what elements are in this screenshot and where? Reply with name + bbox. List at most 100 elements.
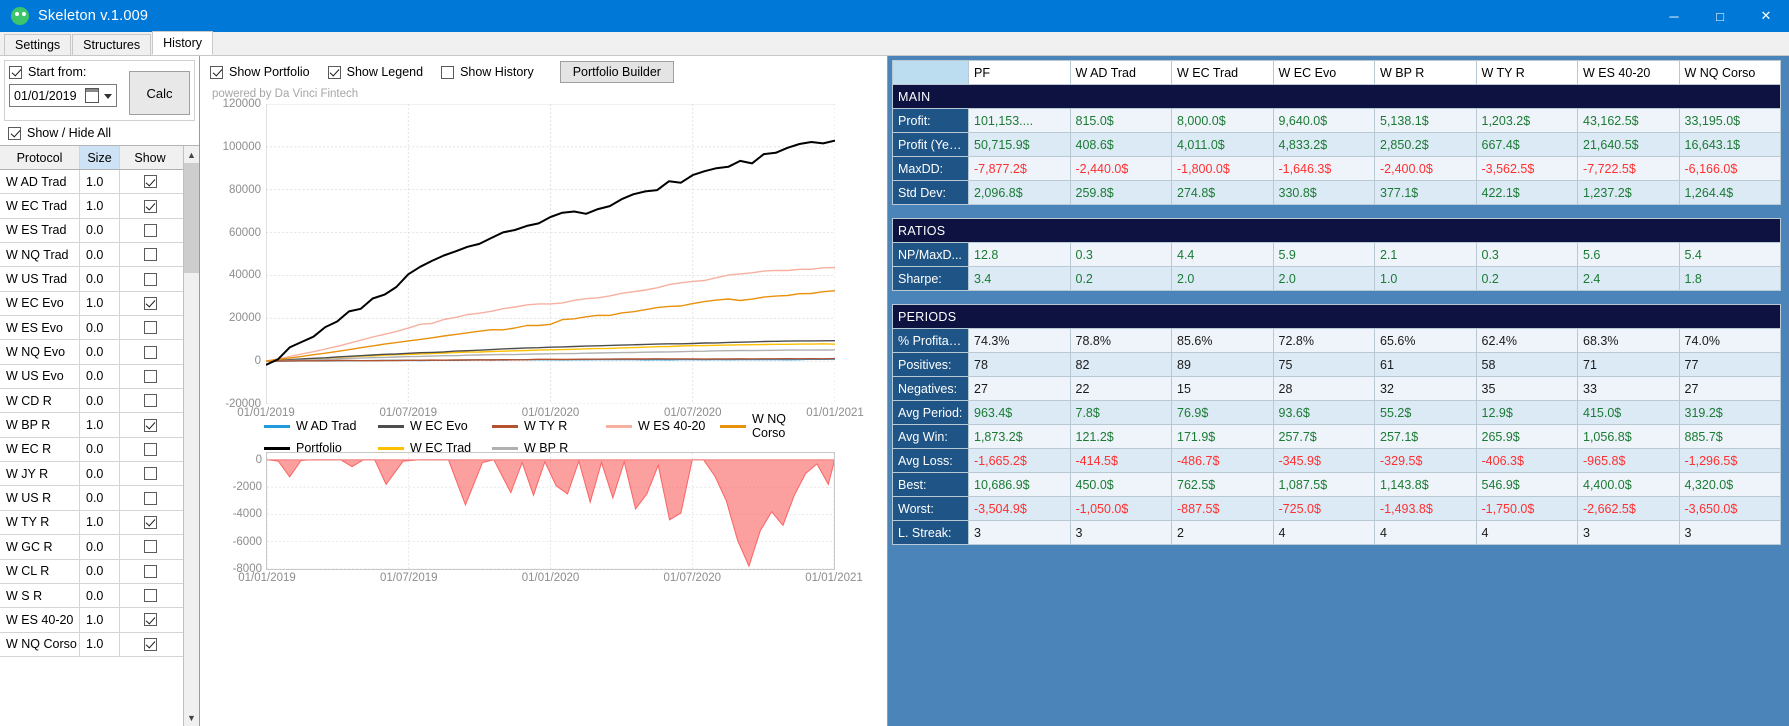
- stats-cell[interactable]: 415.0$: [1577, 400, 1680, 425]
- protocol-show-checkbox[interactable]: [143, 467, 157, 481]
- protocol-show-cell[interactable]: [120, 243, 180, 266]
- protocol-size[interactable]: 0.0: [80, 267, 120, 291]
- close-button[interactable]: ✕: [1743, 0, 1789, 32]
- tab-history[interactable]: History: [152, 31, 214, 55]
- protocol-show-checkbox[interactable]: [143, 296, 157, 310]
- stats-cell[interactable]: 101,153....: [968, 108, 1071, 133]
- stats-cell[interactable]: 7.8$: [1069, 400, 1172, 425]
- protocol-show-checkbox[interactable]: [143, 491, 157, 505]
- stats-cell[interactable]: 2.0: [1171, 266, 1274, 291]
- stats-cell[interactable]: 377.1$: [1374, 180, 1477, 205]
- protocol-show-cell[interactable]: [120, 316, 180, 339]
- stats-row[interactable]: Avg Win: 1,873.2$ 121.2$ 171.9$ 257.7$ 257.1$…: [892, 424, 1781, 449]
- stats-cell[interactable]: -1,665.2$: [968, 448, 1071, 473]
- stats-cell[interactable]: -7,722.5$: [1577, 156, 1680, 181]
- protocol-show-cell[interactable]: [120, 365, 180, 388]
- stats-cell[interactable]: 22: [1069, 376, 1172, 401]
- protocol-row[interactable]: W CD R 0.0: [0, 389, 183, 414]
- stats-column-header[interactable]: W ES 40-20: [1577, 60, 1680, 85]
- scroll-up-icon[interactable]: ▲: [184, 146, 199, 163]
- protocol-show-checkbox[interactable]: [143, 223, 157, 237]
- stats-column-header[interactable]: PF: [968, 60, 1071, 85]
- stats-cell[interactable]: 1.0: [1374, 266, 1477, 291]
- protocol-show-checkbox[interactable]: [143, 272, 157, 286]
- stats-cell[interactable]: 0.3: [1475, 242, 1578, 267]
- stats-row[interactable]: Worst: -3,504.9$ -1,050.0$ -887.5$ -725.0$ -1…: [892, 496, 1781, 521]
- scrollbar-thumb[interactable]: [184, 163, 199, 273]
- stats-cell[interactable]: 68.3%: [1577, 328, 1680, 353]
- protocol-size[interactable]: 0.0: [80, 243, 120, 267]
- stats-cell[interactable]: 2,850.2$: [1374, 132, 1477, 157]
- protocol-show-checkbox[interactable]: [143, 199, 157, 213]
- protocol-show-cell[interactable]: [120, 413, 180, 436]
- stats-cell[interactable]: 3.4: [968, 266, 1071, 291]
- stats-cell[interactable]: 4: [1272, 520, 1375, 545]
- stats-row[interactable]: Avg Loss: -1,665.2$ -414.5$ -486.7$ -345.9$ -…: [892, 448, 1781, 473]
- stats-cell[interactable]: 2.4: [1577, 266, 1680, 291]
- stats-cell[interactable]: 3: [1577, 520, 1680, 545]
- stats-corner-cell[interactable]: [892, 60, 969, 85]
- stats-cell[interactable]: -3,504.9$: [968, 496, 1071, 521]
- protocol-show-cell[interactable]: [120, 560, 180, 583]
- protocol-size[interactable]: 1.0: [80, 413, 120, 437]
- protocol-size[interactable]: 1.0: [80, 632, 120, 656]
- stats-cell[interactable]: 121.2$: [1069, 424, 1172, 449]
- protocol-show-checkbox[interactable]: [143, 540, 157, 554]
- show-hide-all-row[interactable]: Show / Hide All: [8, 126, 199, 140]
- stats-cell[interactable]: 82: [1069, 352, 1172, 377]
- stats-column-header[interactable]: W NQ Corso: [1678, 60, 1781, 85]
- show-history-row[interactable]: Show History: [441, 65, 534, 79]
- start-from-row[interactable]: Start from:: [9, 65, 117, 79]
- minimize-button[interactable]: ─: [1651, 0, 1697, 32]
- stats-cell[interactable]: 71: [1577, 352, 1680, 377]
- stats-cell[interactable]: 16,643.1$: [1678, 132, 1781, 157]
- stats-cell[interactable]: 257.7$: [1272, 424, 1375, 449]
- stats-cell[interactable]: 62.4%: [1475, 328, 1578, 353]
- stats-column-header[interactable]: W BP R: [1374, 60, 1477, 85]
- stats-cell[interactable]: 21,640.5$: [1577, 132, 1680, 157]
- stats-cell[interactable]: 1.8: [1678, 266, 1781, 291]
- stats-cell[interactable]: 12.8: [968, 242, 1071, 267]
- stats-row[interactable]: Negatives: 27 22 15 28 32 35 33 27: [892, 376, 1781, 401]
- protocol-show-checkbox[interactable]: [143, 175, 157, 189]
- stats-cell[interactable]: 33,195.0$: [1678, 108, 1781, 133]
- stats-cell[interactable]: 35: [1475, 376, 1578, 401]
- protocol-size[interactable]: 1.0: [80, 291, 120, 316]
- stats-cell[interactable]: 171.9$: [1171, 424, 1274, 449]
- stats-cell[interactable]: 5.4: [1678, 242, 1781, 267]
- stats-column-header[interactable]: W TY R: [1475, 60, 1578, 85]
- protocol-row[interactable]: W ES Evo 0.0: [0, 316, 183, 341]
- stats-cell[interactable]: -1,800.0$: [1171, 156, 1274, 181]
- stats-cell[interactable]: 2,096.8$: [968, 180, 1071, 205]
- protocol-show-cell[interactable]: [120, 438, 180, 461]
- stats-cell[interactable]: 5.9: [1272, 242, 1375, 267]
- stats-cell[interactable]: 77: [1678, 352, 1781, 377]
- stats-cell[interactable]: -1,646.3$: [1272, 156, 1375, 181]
- stats-cell[interactable]: 3: [1069, 520, 1172, 545]
- stats-cell[interactable]: -2,440.0$: [1069, 156, 1172, 181]
- stats-cell[interactable]: -345.9$: [1272, 448, 1375, 473]
- protocol-show-cell[interactable]: [120, 389, 180, 412]
- protocol-size[interactable]: 0.0: [80, 389, 120, 413]
- scroll-down-icon[interactable]: ▼: [184, 709, 199, 726]
- protocol-show-cell[interactable]: [120, 267, 180, 290]
- stats-cell[interactable]: 1,143.8$: [1374, 472, 1477, 497]
- portfolio-builder-button[interactable]: Portfolio Builder: [559, 61, 674, 83]
- stats-cell[interactable]: 4,320.0$: [1678, 472, 1781, 497]
- stats-cell[interactable]: -486.7$: [1171, 448, 1274, 473]
- stats-cell[interactable]: 3: [968, 520, 1071, 545]
- stats-row[interactable]: MaxDD: -7,877.2$ -2,440.0$ -1,800.0$ -1,646.…: [892, 156, 1781, 181]
- protocol-size[interactable]: 1.0: [80, 194, 120, 218]
- stats-cell[interactable]: 4,400.0$: [1577, 472, 1680, 497]
- protocol-row[interactable]: W BP R 1.0: [0, 413, 183, 438]
- tab-structures[interactable]: Structures: [72, 34, 152, 55]
- stats-cell[interactable]: 4.4: [1171, 242, 1274, 267]
- show-portfolio-checkbox[interactable]: [210, 65, 223, 79]
- stats-cell[interactable]: 10,686.9$: [968, 472, 1071, 497]
- stats-cell[interactable]: 274.8$: [1171, 180, 1274, 205]
- drawdown-chart[interactable]: 0 -2000 -4000 -6000 -8000 01/01/2019 01/07/201…: [233, 452, 863, 584]
- stats-cell[interactable]: 89: [1171, 352, 1274, 377]
- protocol-show-cell[interactable]: [120, 170, 180, 193]
- stats-cell[interactable]: 5,138.1$: [1374, 108, 1477, 133]
- stats-cell[interactable]: -6,166.0$: [1678, 156, 1781, 181]
